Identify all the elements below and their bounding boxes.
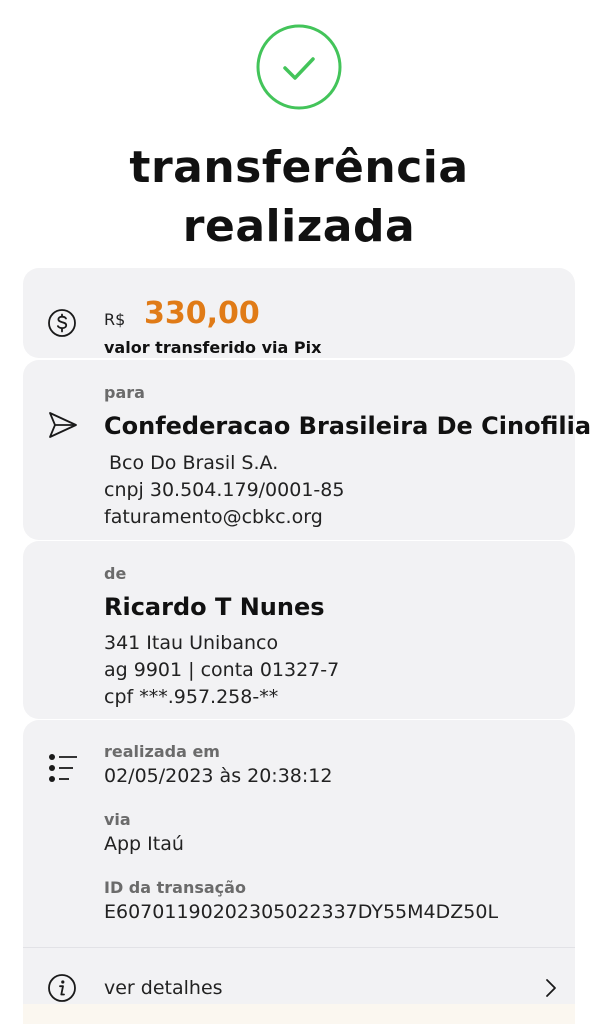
success-check-icon (256, 24, 342, 110)
sender-bank: 341 Itau Unibanco (104, 632, 279, 654)
channel-label: via (104, 810, 131, 829)
recipient-card: para Confederacao Brasileira De Cinofili… (23, 360, 591, 540)
dollar-circle-icon (48, 309, 76, 337)
date-value: 02/05/2023 às 20:38:12 (104, 765, 333, 787)
currency-symbol: R$ (104, 310, 126, 329)
recipient-document: cnpj 30.504.179/0001-85 (104, 479, 345, 501)
recipient-name: Confederacao Brasileira De Cinofilia (104, 412, 592, 440)
transfer-receipt-screen: transferência realizada R$ 330,00 valor … (0, 0, 598, 1024)
page-title: transferência realizada (0, 138, 598, 256)
date-label: realizada em (104, 742, 220, 761)
sender-document: cpf ***.957.258-** (104, 686, 279, 708)
bottom-strip (23, 1004, 575, 1024)
sender-card: de Ricardo T Nunes 341 Itau Unibanco ag … (23, 541, 575, 719)
sender-label: de (104, 564, 127, 583)
transaction-info-card: realizada em 02/05/2023 às 20:38:12 via … (23, 720, 575, 1024)
sender-account: ag 9901 | conta 01327-7 (104, 659, 340, 681)
send-icon (49, 412, 77, 438)
list-icon (49, 754, 77, 782)
recipient-label: para (104, 383, 145, 402)
transfer-amount: 330,00 (144, 296, 260, 331)
amount-caption: valor transferido via Pix (104, 338, 322, 357)
recipient-bank: Bco Do Brasil S.A. (109, 452, 279, 474)
amount-card: R$ 330,00 valor transferido via Pix (23, 268, 575, 358)
transaction-id-label: ID da transação (104, 878, 246, 897)
title-line-2: realizada (182, 201, 416, 252)
channel-value: App Itaú (104, 833, 184, 855)
sender-name: Ricardo T Nunes (104, 593, 325, 621)
chevron-right-icon[interactable] (545, 978, 557, 998)
transaction-id-value: E60701190202305022337DY55M4DZ50L (104, 901, 499, 923)
recipient-email: faturamento@cbkc.org (104, 506, 323, 528)
title-line-1: transferência (129, 142, 469, 193)
view-details-label[interactable]: ver detalhes (104, 977, 223, 999)
info-icon (48, 974, 76, 1002)
